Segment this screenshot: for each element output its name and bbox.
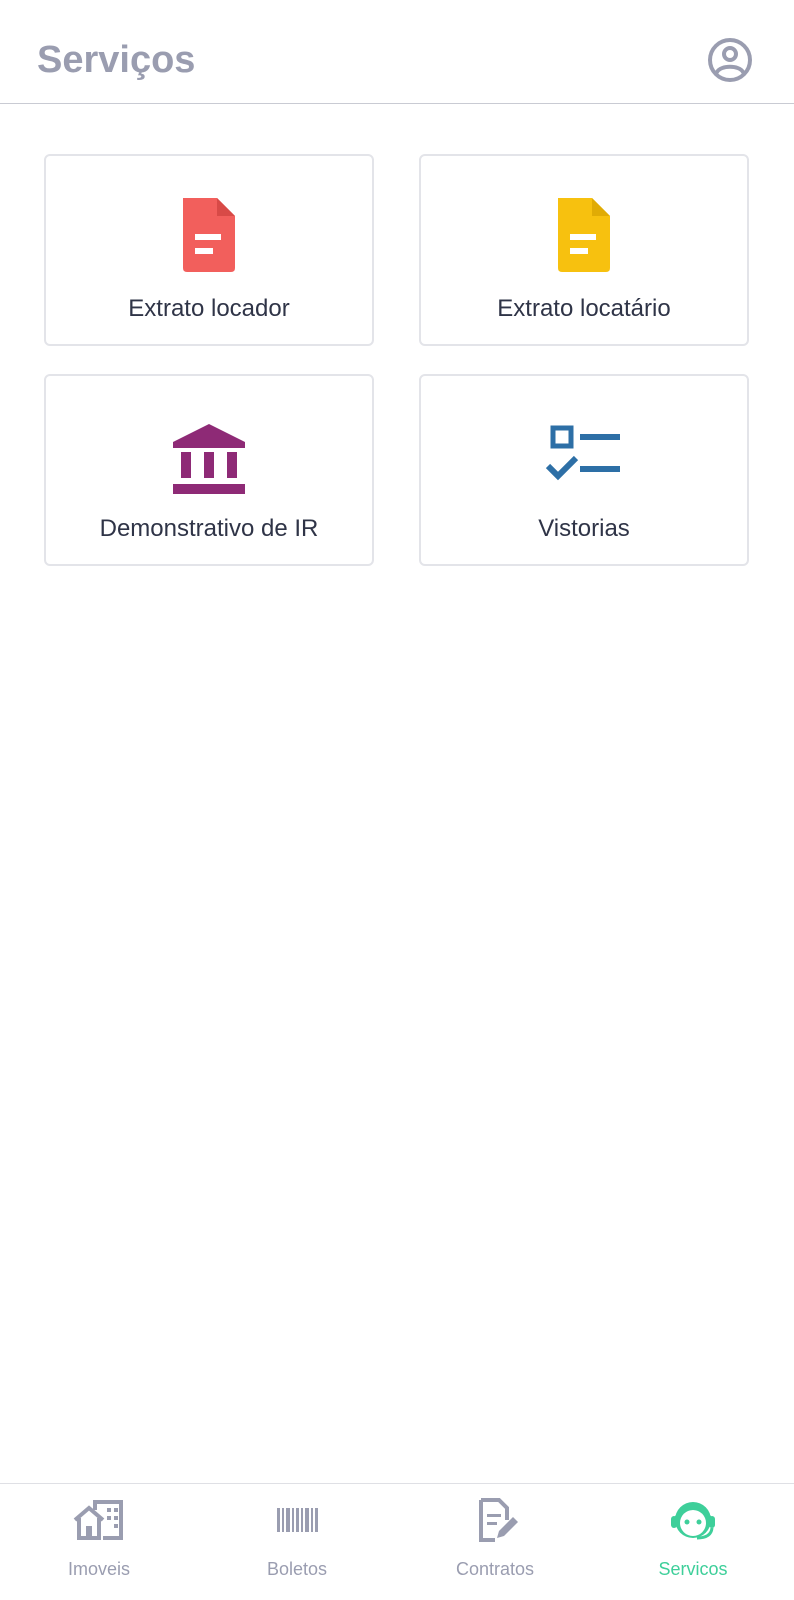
service-card-extrato-locador[interactable]: Extrato locador	[44, 154, 374, 346]
buildings-icon	[73, 1500, 123, 1540]
tab-contratos[interactable]: Contratos	[396, 1484, 594, 1600]
profile-button[interactable]	[706, 36, 754, 84]
tab-label: Contratos	[455, 1559, 535, 1579]
bottom-tab-bar: Imoveis Boletos Contratos Servicos	[0, 1483, 794, 1600]
document-icon	[183, 198, 235, 272]
service-card-label: Extrato locatário	[497, 295, 671, 322]
service-card-label: Vistorias	[538, 515, 630, 542]
user-circle-icon	[708, 38, 752, 82]
document-icon	[558, 198, 610, 272]
tab-servicos[interactable]: Servicos	[594, 1484, 792, 1600]
service-card-label: Extrato locador	[128, 295, 290, 322]
tab-imoveis[interactable]: Imoveis	[0, 1484, 198, 1600]
checklist-icon	[545, 425, 620, 481]
tab-boletos[interactable]: Boletos	[198, 1484, 396, 1600]
service-card-extrato-locatario[interactable]: Extrato locatário	[419, 154, 749, 346]
service-card-demonstrativo-ir[interactable]: Demonstrativo de IR	[44, 374, 374, 566]
contract-edit-icon	[479, 1498, 518, 1542]
tab-label: Imoveis	[67, 1559, 130, 1579]
tab-label: Boletos	[266, 1559, 328, 1579]
app-header: Serviços	[0, 0, 794, 104]
page-title: Serviços	[37, 39, 196, 81]
service-card-label: Demonstrativo de IR	[99, 515, 319, 542]
barcode-icon	[277, 1508, 318, 1532]
tab-label: Servicos	[658, 1559, 728, 1579]
support-agent-icon	[671, 1502, 715, 1540]
bank-icon	[173, 424, 245, 494]
service-card-vistorias[interactable]: Vistorias	[419, 374, 749, 566]
